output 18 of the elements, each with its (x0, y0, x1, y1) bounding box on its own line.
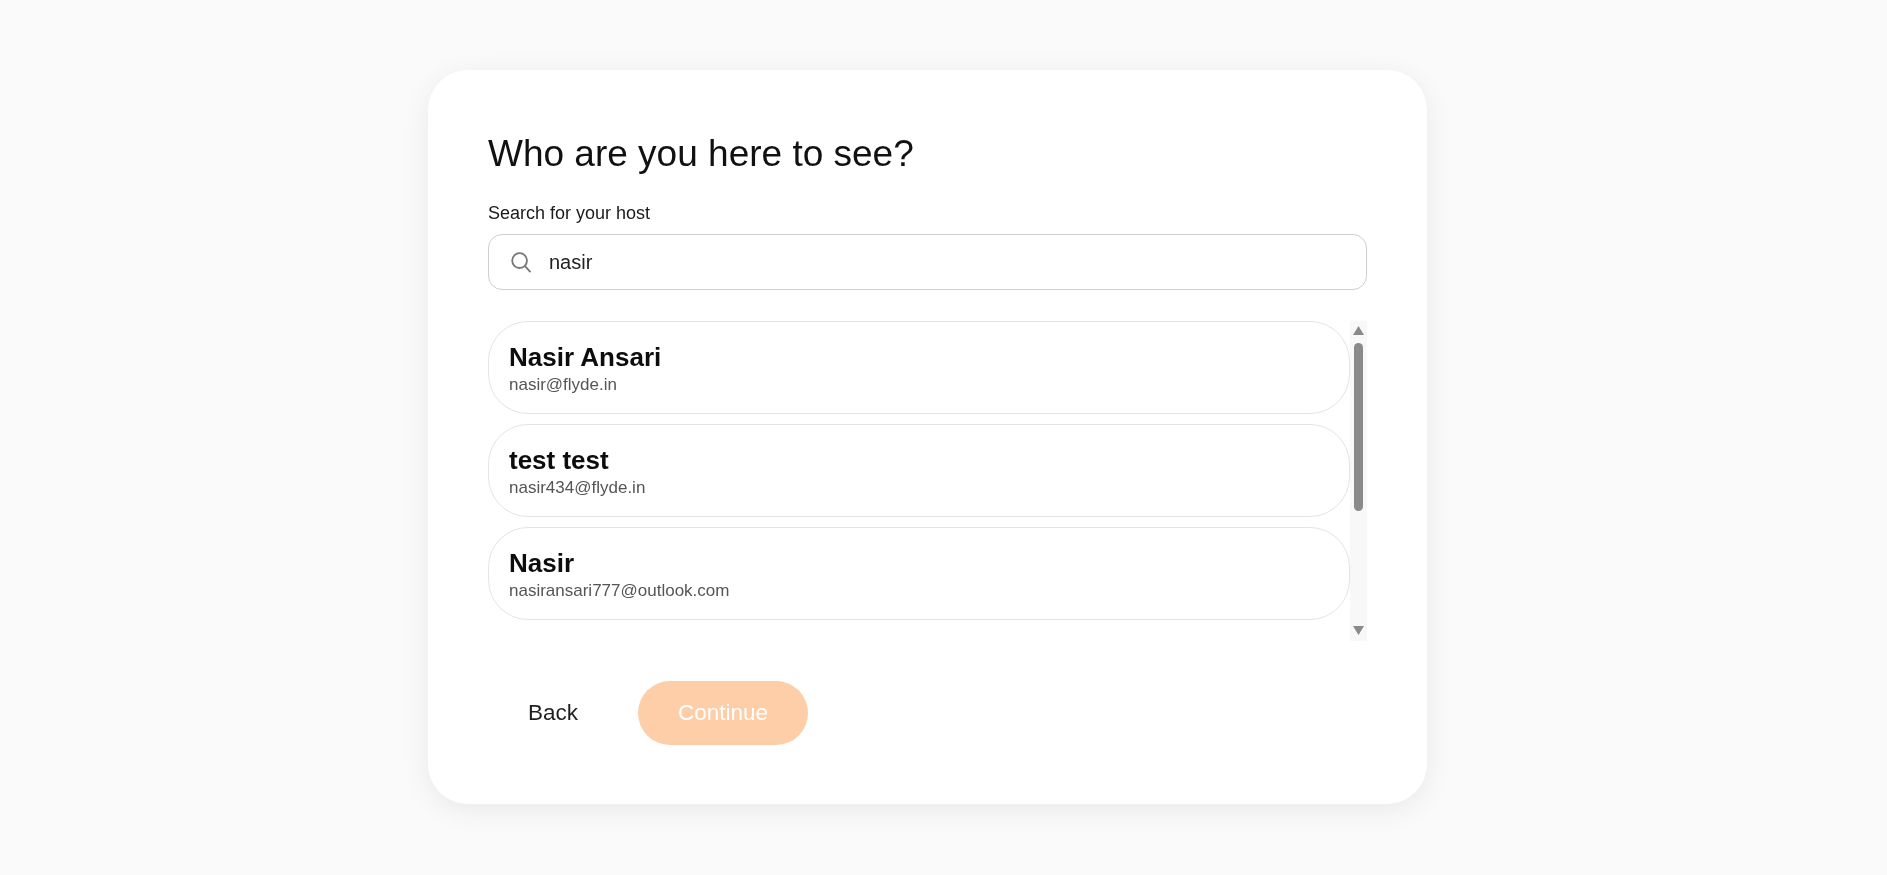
host-card[interactable]: Nasir Ansari nasir@flyde.in (488, 321, 1350, 414)
search-icon (511, 252, 531, 273)
host-name: test test (509, 445, 609, 475)
scroll-up-icon (1353, 326, 1364, 335)
page-heading: Who are you here to see? (488, 132, 914, 175)
host-email: nasir434@flyde.in (509, 478, 646, 497)
host-name: Nasir (509, 548, 575, 578)
host-email: nasir@flyde.in (509, 375, 617, 394)
host-name: Nasir Ansari (509, 342, 662, 372)
field-label: Search for your host (488, 203, 651, 223)
scrollbar-thumb[interactable] (1354, 343, 1363, 511)
back-button[interactable]: Back (488, 681, 619, 745)
search-field[interactable]: nasir (488, 234, 1367, 290)
scrollbar[interactable] (1350, 321, 1367, 641)
host-email: nasiransari777@outlook.com (509, 581, 730, 600)
host-card[interactable]: test test nasir434@flyde.in (488, 424, 1350, 517)
host-card[interactable]: Nasir nasiransari777@outlook.com (488, 527, 1350, 620)
scroll-down-icon (1353, 626, 1364, 635)
